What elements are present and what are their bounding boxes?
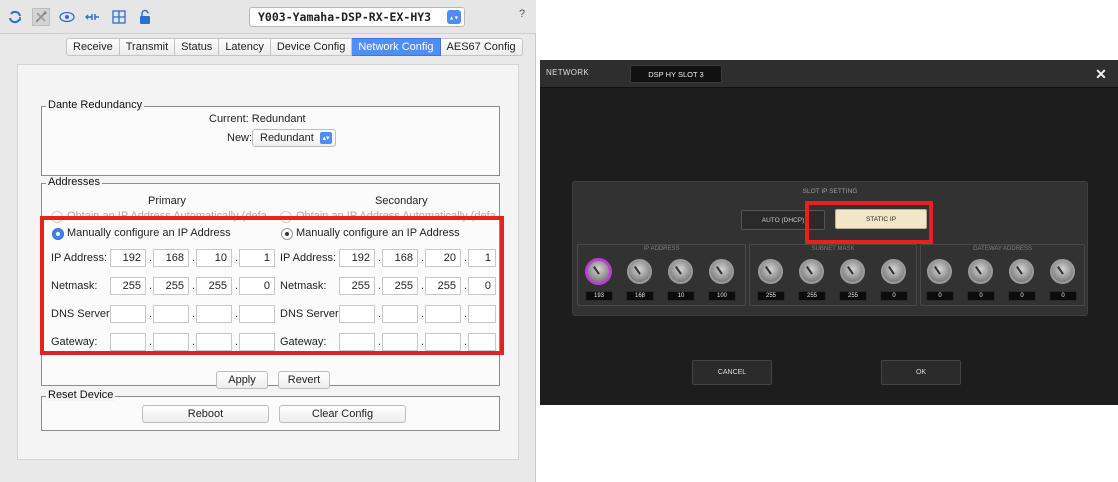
dante-redundancy-group: Dante Redundancy Current: Redundant New:… [41, 99, 500, 176]
gateway-value-2: 0 [967, 291, 995, 301]
gateway-value-3: 0 [1008, 291, 1036, 301]
device-select[interactable]: Y003-Yamaha-DSP-RX-EX-HY3 ▴▾ [249, 7, 465, 27]
tab-transmit[interactable]: Transmit [119, 38, 176, 56]
dialog-header: NETWORK DSP HY SLOT 3 ✕ [540, 60, 1118, 88]
gateway-address-title: GATEWAY ADDRESS [972, 246, 1033, 252]
eye-icon[interactable] [58, 8, 76, 26]
slot-tab[interactable]: DSP HY SLOT 3 [630, 65, 722, 83]
lock-icon[interactable] [136, 8, 154, 26]
tab-aes67-config[interactable]: AES67 Config [440, 38, 523, 56]
gateway-knob-2[interactable] [968, 259, 993, 284]
gateway-value-4: 0 [1049, 291, 1077, 301]
subnet-knob-2[interactable] [799, 259, 824, 284]
reboot-button[interactable]: Reboot [142, 405, 269, 423]
revert-button[interactable]: Revert [278, 371, 330, 389]
gateway-knob-1[interactable] [927, 259, 952, 284]
device-toolbar: Y003-Yamaha-DSP-RX-EX-HY3 ▴▾ ? [0, 0, 536, 34]
slot-ip-setting-title: SLOT IP SETTING [802, 188, 858, 195]
network-connect-icon[interactable] [84, 8, 102, 26]
ip-value-2: 168 [626, 291, 654, 301]
ip-knob-2[interactable] [627, 259, 652, 284]
gateway-knob-3[interactable] [1009, 259, 1034, 284]
dante-redundancy-title: Dante Redundancy [46, 99, 145, 111]
tab-status[interactable]: Status [175, 38, 220, 56]
subnet-value-2: 255 [798, 291, 826, 301]
refresh-icon[interactable] [6, 8, 24, 26]
gateway-knob-4[interactable] [1050, 259, 1075, 284]
reset-device-group: Reset Device Reboot Clear Config [41, 389, 500, 431]
addresses-title: Addresses [46, 176, 102, 188]
ip-value-4: 100 [708, 291, 736, 301]
subnet-knob-1[interactable] [758, 259, 783, 284]
dialog-title: NETWORK [546, 68, 589, 77]
ip-address-title: IP ADDRESS [643, 246, 680, 252]
secondary-heading: Secondary [375, 195, 428, 207]
new-redundancy-value: Redundant [260, 132, 314, 144]
reset-device-title: Reset Device [46, 389, 116, 401]
help-button[interactable]: ? [515, 8, 529, 24]
subnet-value-4: 0 [880, 291, 908, 301]
tab-receive[interactable]: Receive [66, 38, 120, 56]
current-redundancy-text: Current: Redundant [209, 113, 306, 125]
chevron-updown-icon: ▴▾ [320, 132, 332, 144]
primary-heading: Primary [148, 195, 186, 207]
ip-knob-3[interactable] [668, 259, 693, 284]
gateway-value-1: 0 [926, 291, 954, 301]
ip-knob-1[interactable] [586, 259, 611, 284]
static-ip-highlight-box [805, 201, 933, 244]
ip-address-group: IP ADDRESS 193 168 10 100 [577, 244, 746, 306]
device-tabs: Receive Transmit Status Latency Device C… [66, 38, 523, 56]
grid-view-icon[interactable] [110, 8, 128, 26]
new-redundancy-select[interactable]: Redundant ▴▾ [252, 129, 336, 147]
subnet-mask-group: SUBNET MASK 255 255 255 0 [749, 244, 917, 306]
clear-config-button[interactable]: Clear Config [279, 405, 406, 423]
subnet-knob-4[interactable] [881, 259, 906, 284]
new-redundancy-label: New: [227, 132, 253, 144]
device-select-value: Y003-Yamaha-DSP-RX-EX-HY3 [258, 10, 432, 24]
ip-knob-4[interactable] [709, 259, 734, 284]
gateway-address-group: GATEWAY ADDRESS 0 0 0 0 [920, 244, 1085, 306]
tab-network-config[interactable]: Network Config [352, 38, 441, 56]
cancel-button[interactable]: CANCEL [692, 360, 772, 385]
tab-device-config[interactable]: Device Config [270, 38, 353, 56]
subnet-value-3: 255 [839, 291, 867, 301]
highlight-box [40, 216, 504, 355]
close-icon[interactable]: ✕ [1092, 65, 1110, 83]
subnet-knob-3[interactable] [840, 259, 865, 284]
ip-value-3: 10 [667, 291, 695, 301]
tools-icon[interactable] [32, 8, 50, 26]
ip-value-1: 193 [585, 291, 613, 301]
network-config-panel: Dante Redundancy Current: Redundant New:… [17, 64, 519, 460]
subnet-mask-title: SUBNET MASK [811, 246, 855, 252]
chevron-updown-icon: ▴▾ [447, 10, 461, 24]
subnet-value-1: 255 [757, 291, 785, 301]
tab-latency[interactable]: Latency [219, 38, 271, 56]
dante-device-view-window: Y003-Yamaha-DSP-RX-EX-HY3 ▴▾ ? Receive T… [0, 0, 536, 482]
ok-button[interactable]: OK [881, 360, 961, 385]
apply-button[interactable]: Apply [216, 371, 268, 389]
